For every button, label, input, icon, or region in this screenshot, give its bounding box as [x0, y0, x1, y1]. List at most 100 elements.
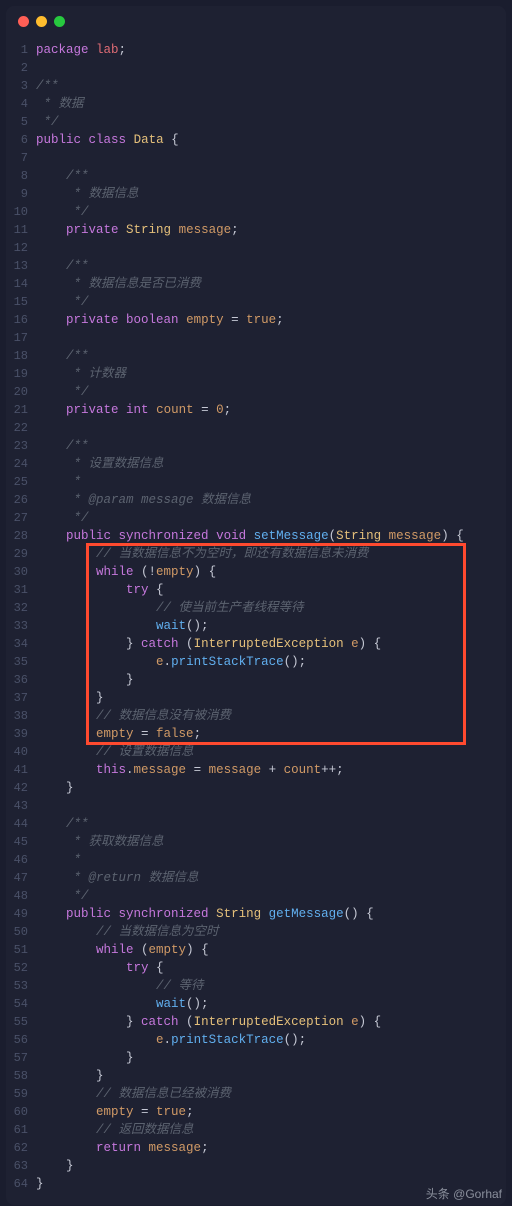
code-line[interactable]: }	[36, 689, 506, 707]
code-line[interactable]: /**	[36, 257, 506, 275]
code-body[interactable]: package lab; /** * 数据 */public class Dat…	[36, 41, 506, 1193]
code-line[interactable]: package lab;	[36, 41, 506, 59]
watermark: 头条 @Gorhaf	[426, 1185, 502, 1202]
line-number: 30	[6, 563, 28, 581]
line-number: 12	[6, 239, 28, 257]
code-line[interactable]: /**	[36, 815, 506, 833]
code-line[interactable]: wait();	[36, 617, 506, 635]
line-number: 10	[6, 203, 28, 221]
line-number: 17	[6, 329, 28, 347]
line-number: 39	[6, 725, 28, 743]
close-icon[interactable]	[18, 16, 29, 27]
code-line[interactable]: e.printStackTrace();	[36, 1031, 506, 1049]
code-line[interactable]: }	[36, 671, 506, 689]
maximize-icon[interactable]	[54, 16, 65, 27]
code-line[interactable]: */	[36, 203, 506, 221]
code-line[interactable]	[36, 149, 506, 167]
code-line[interactable]: * 数据信息是否已消费	[36, 275, 506, 293]
code-line[interactable]: */	[36, 509, 506, 527]
line-number: 20	[6, 383, 28, 401]
code-line[interactable]: private String message;	[36, 221, 506, 239]
line-number: 40	[6, 743, 28, 761]
line-number: 63	[6, 1157, 28, 1175]
code-line[interactable]: // 设置数据信息	[36, 743, 506, 761]
code-line[interactable]: *	[36, 473, 506, 491]
code-line[interactable]	[36, 419, 506, 437]
code-line[interactable]: * 数据	[36, 95, 506, 113]
code-line[interactable]	[36, 329, 506, 347]
line-number: 13	[6, 257, 28, 275]
code-line[interactable]: /**	[36, 167, 506, 185]
line-number: 9	[6, 185, 28, 203]
code-line[interactable]: private boolean empty = true;	[36, 311, 506, 329]
line-number: 18	[6, 347, 28, 365]
line-number: 44	[6, 815, 28, 833]
code-line[interactable]: } catch (InterruptedException e) {	[36, 1013, 506, 1031]
code-area[interactable]: 1234567891011121314151617181920212223242…	[6, 37, 506, 1205]
code-line[interactable]: // 等待	[36, 977, 506, 995]
code-line[interactable]: // 返回数据信息	[36, 1121, 506, 1139]
line-number: 14	[6, 275, 28, 293]
code-line[interactable]: wait();	[36, 995, 506, 1013]
code-line[interactable]: public class Data {	[36, 131, 506, 149]
code-line[interactable]: // 数据信息已经被消费	[36, 1085, 506, 1103]
code-line[interactable]: * @param message 数据信息	[36, 491, 506, 509]
code-line[interactable]: *	[36, 851, 506, 869]
line-number: 60	[6, 1103, 28, 1121]
code-line[interactable]: empty = false;	[36, 725, 506, 743]
code-line[interactable]: * 获取数据信息	[36, 833, 506, 851]
code-line[interactable]: empty = true;	[36, 1103, 506, 1121]
minimize-icon[interactable]	[36, 16, 47, 27]
code-line[interactable]: }	[36, 1157, 506, 1175]
code-line[interactable]: * 设置数据信息	[36, 455, 506, 473]
line-number: 16	[6, 311, 28, 329]
code-line[interactable]: this.message = message + count++;	[36, 761, 506, 779]
code-line[interactable]: * 计数器	[36, 365, 506, 383]
line-number: 61	[6, 1121, 28, 1139]
code-line[interactable]: // 当数据信息为空时	[36, 923, 506, 941]
code-line[interactable]: /**	[36, 347, 506, 365]
code-line[interactable]: public synchronized void setMessage(Stri…	[36, 527, 506, 545]
line-number: 22	[6, 419, 28, 437]
code-line[interactable]	[36, 59, 506, 77]
line-number: 54	[6, 995, 28, 1013]
line-number: 62	[6, 1139, 28, 1157]
code-line[interactable]	[36, 239, 506, 257]
code-line[interactable]: * @return 数据信息	[36, 869, 506, 887]
line-number: 11	[6, 221, 28, 239]
line-number: 33	[6, 617, 28, 635]
line-number: 58	[6, 1067, 28, 1085]
code-line[interactable]: /**	[36, 77, 506, 95]
code-line[interactable]: */	[36, 383, 506, 401]
line-number: 42	[6, 779, 28, 797]
line-number: 23	[6, 437, 28, 455]
code-line[interactable]: * 数据信息	[36, 185, 506, 203]
code-line[interactable]: */	[36, 293, 506, 311]
code-line[interactable]: }	[36, 779, 506, 797]
code-line[interactable]: try {	[36, 581, 506, 599]
code-line[interactable]: */	[36, 113, 506, 131]
line-number: 29	[6, 545, 28, 563]
code-line[interactable]: e.printStackTrace();	[36, 653, 506, 671]
code-line[interactable]: // 使当前生产者线程等待	[36, 599, 506, 617]
line-number: 7	[6, 149, 28, 167]
code-line[interactable]: // 数据信息没有被消费	[36, 707, 506, 725]
code-line[interactable]: }	[36, 1067, 506, 1085]
code-line[interactable]: private int count = 0;	[36, 401, 506, 419]
code-line[interactable]: */	[36, 887, 506, 905]
code-line[interactable]	[36, 797, 506, 815]
line-number: 35	[6, 653, 28, 671]
line-number: 47	[6, 869, 28, 887]
code-line[interactable]: } catch (InterruptedException e) {	[36, 635, 506, 653]
line-number: 25	[6, 473, 28, 491]
line-number: 43	[6, 797, 28, 815]
code-line[interactable]: return message;	[36, 1139, 506, 1157]
code-line[interactable]: while (empty) {	[36, 941, 506, 959]
code-line[interactable]: try {	[36, 959, 506, 977]
code-line[interactable]: // 当数据信息不为空时，即还有数据信息未消费	[36, 545, 506, 563]
code-line[interactable]: }	[36, 1049, 506, 1067]
code-line[interactable]: public synchronized String getMessage() …	[36, 905, 506, 923]
code-line[interactable]: /**	[36, 437, 506, 455]
line-number: 21	[6, 401, 28, 419]
code-line[interactable]: while (!empty) {	[36, 563, 506, 581]
